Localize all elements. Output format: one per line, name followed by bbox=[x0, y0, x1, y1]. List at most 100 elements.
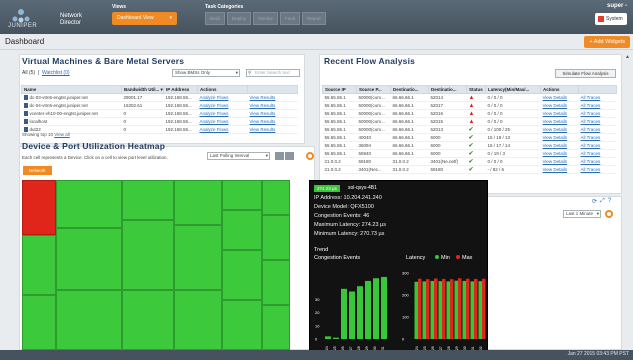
view-details-link[interactable]: View Details bbox=[540, 165, 579, 174]
view-select[interactable]: Dashboard View ▾ bbox=[112, 12, 177, 25]
view-details-link[interactable]: View Details bbox=[540, 109, 579, 118]
all-traces-link[interactable]: All Traces bbox=[578, 101, 617, 110]
tab-watchlist[interactable]: Watchlist (0) bbox=[42, 70, 70, 76]
table-row[interactable]: 55.55.55.1 55940 66.66.66.1 6000 ✔ 0 / 19 / 3… bbox=[322, 149, 617, 158]
all-traces-link[interactable]: All Traces bbox=[578, 165, 617, 174]
table-row[interactable]: 21.0.0.2 3401(Nec... 31.0.0.2 59180 ✔ - / 82 … bbox=[322, 165, 617, 174]
heatmap-cell[interactable] bbox=[174, 225, 222, 290]
scroll-up-icon[interactable]: ▲ bbox=[624, 54, 631, 61]
heatmap-cell[interactable] bbox=[222, 300, 262, 350]
grid-view-icon[interactable] bbox=[275, 152, 284, 160]
table-row[interactable]: 55.55.55.1 50000(com... 66.66.66.1 52015 ▲ 0 … bbox=[322, 117, 617, 126]
col-status[interactable]: Status bbox=[466, 85, 486, 94]
heatmap-cell[interactable] bbox=[22, 235, 56, 295]
task-report-button[interactable]: Report bbox=[302, 12, 326, 25]
table-row[interactable]: 55.55.55.1 50000(com... 66.66.66.1 52017 ▲ 0 … bbox=[322, 101, 617, 110]
all-traces-link[interactable]: All Traces bbox=[578, 157, 617, 166]
table-row[interactable]: 55.55.55.1 50000(com... 66.66.66.1 52013 ✔ 0 … bbox=[322, 125, 617, 134]
all-traces-link[interactable]: All Traces bbox=[578, 109, 617, 118]
heatmap-cell[interactable] bbox=[222, 180, 262, 210]
view-details-link[interactable]: View Details bbox=[540, 125, 579, 134]
view-details-link[interactable]: View Details bbox=[540, 133, 579, 142]
table-row[interactable]: localhost 0 192.168.55... Analyze Flows View… bbox=[21, 117, 298, 126]
view-details-link[interactable]: View Details bbox=[540, 141, 579, 150]
heatmap-cell[interactable] bbox=[262, 260, 290, 305]
table-row[interactable]: 55.55.55.1 36094 66.66.66.1 6000 ✔ 15 / 17 / … bbox=[322, 141, 617, 150]
heatmap-cell[interactable] bbox=[122, 220, 174, 290]
table-row[interactable]: vcenter-vh10-00-engtst.juniper.net 0 192.1… bbox=[21, 109, 298, 118]
heatmap-cell[interactable] bbox=[22, 295, 56, 350]
gear-icon[interactable] bbox=[605, 210, 613, 218]
task-build-button[interactable]: Build bbox=[205, 12, 226, 25]
col-destination-port[interactable]: Destinatio... bbox=[428, 85, 467, 94]
simulate-flow-button[interactable]: Simulate Flow Analysis bbox=[555, 69, 616, 78]
all-traces-link[interactable]: All Traces bbox=[578, 133, 617, 142]
system-button[interactable]: System bbox=[595, 13, 627, 25]
view-details-link[interactable]: View Details bbox=[540, 117, 579, 126]
gear-icon[interactable] bbox=[306, 152, 314, 160]
analyze-flows-link[interactable]: Analyze Flows bbox=[197, 125, 248, 134]
view-results-link[interactable]: View Results bbox=[247, 125, 298, 134]
all-traces-link[interactable]: All Traces bbox=[578, 149, 617, 158]
analyze-flows-link[interactable]: Analyze Flows bbox=[197, 117, 248, 126]
vm-view-all-link[interactable]: View all bbox=[54, 132, 69, 137]
analyze-flows-link[interactable]: Analyze Flows bbox=[197, 109, 248, 118]
refresh-icon[interactable]: ⟳ bbox=[592, 198, 597, 205]
col-name[interactable]: Name bbox=[21, 85, 122, 94]
view-results-link[interactable]: View Results bbox=[247, 109, 298, 118]
heatmap-cell[interactable] bbox=[262, 180, 290, 215]
all-traces-link[interactable]: All Traces bbox=[578, 93, 617, 102]
all-traces-link[interactable]: All Traces bbox=[578, 125, 617, 134]
analyze-flows-link[interactable]: Analyze Flows bbox=[197, 101, 248, 110]
view-details-link[interactable]: View Details bbox=[540, 93, 579, 102]
time-range-select[interactable]: Last 1 Minute ▾ bbox=[563, 210, 601, 218]
view-results-link[interactable]: View Results bbox=[247, 101, 298, 110]
table-row[interactable]: 55.55.55.1 50000(com... 66.66.66.1 52014 ▲ 0 … bbox=[322, 93, 617, 102]
col-ip[interactable]: IP Address bbox=[163, 85, 198, 94]
col-source-ip[interactable]: Source IP bbox=[322, 85, 357, 94]
help-icon[interactable]: ? bbox=[608, 198, 611, 205]
view-details-link[interactable]: View Details bbox=[540, 157, 579, 166]
table-row[interactable]: 55.55.55.1 40040 66.66.66.1 6000 ✔ 15 / 19 / … bbox=[322, 133, 617, 142]
expand-icon[interactable]: ⤢ bbox=[600, 198, 605, 205]
heatmap-cell[interactable] bbox=[222, 210, 262, 250]
heatmap-cell[interactable] bbox=[56, 228, 122, 290]
col-source-port[interactable]: Source P... bbox=[356, 85, 391, 94]
heatmap-cell[interactable] bbox=[122, 180, 174, 220]
col-destination-ip[interactable]: Destinatio... bbox=[390, 85, 429, 94]
table-row[interactable]: dc-03-vtm5-engtst.juniper.net 29001.17 192… bbox=[21, 93, 298, 102]
bms-filter-select[interactable]: Show BMSs Only ▾ bbox=[172, 69, 240, 77]
heatmap-cell[interactable] bbox=[56, 290, 122, 350]
polling-interval-select[interactable]: Last Polling Interval ▾ bbox=[207, 152, 270, 160]
table-row[interactable]: 21.0.0.2 59180 31.0.0.2 3401(Ne.netf) ✔ 0 / 0… bbox=[322, 157, 617, 166]
table-row[interactable]: dc-04-vtm5-engtst.juniper.net 16302.61 192… bbox=[21, 101, 298, 110]
heatmap-cell[interactable] bbox=[174, 290, 222, 350]
view-results-link[interactable]: View Results bbox=[247, 117, 298, 126]
table-row[interactable]: 55.55.55.1 50000(com... 66.66.66.1 52016 ▲ 0 … bbox=[322, 109, 617, 118]
user-menu[interactable]: super - bbox=[607, 3, 627, 9]
list-view-icon[interactable] bbox=[285, 152, 294, 160]
task-monitor-button[interactable]: Monitor bbox=[253, 12, 279, 25]
view-details-link[interactable]: View Details bbox=[540, 149, 579, 158]
analyze-flows-link[interactable]: Analyze Flows bbox=[197, 93, 248, 102]
heatmap-cell[interactable] bbox=[174, 180, 222, 225]
task-deploy-button[interactable]: Deploy bbox=[227, 12, 252, 25]
col-latency[interactable]: Latency(Min/Max/... bbox=[485, 85, 541, 94]
heatmap-cell[interactable] bbox=[262, 215, 290, 260]
task-categories-label: Task Categories bbox=[205, 4, 244, 10]
heatmap-cell[interactable] bbox=[22, 180, 56, 235]
view-details-link[interactable]: View Details bbox=[540, 101, 579, 110]
task-fault-button[interactable]: Fault bbox=[280, 12, 301, 25]
vm-search-input[interactable]: ⚲ Enter Search text bbox=[246, 69, 300, 77]
all-traces-link[interactable]: All Traces bbox=[578, 141, 617, 150]
col-bandwidth[interactable]: Bandwidth Util... ▾ bbox=[121, 85, 164, 94]
network-breadcrumb[interactable]: Network bbox=[23, 166, 52, 175]
heatmap-cell[interactable] bbox=[56, 180, 122, 228]
heatmap-cell[interactable] bbox=[222, 250, 262, 300]
tab-all[interactable]: All (5) bbox=[22, 70, 35, 76]
view-results-link[interactable]: View Results bbox=[247, 93, 298, 102]
all-traces-link[interactable]: All Traces bbox=[578, 117, 617, 126]
add-widgets-button[interactable]: + Add Widgets bbox=[584, 36, 630, 48]
heatmap-cell[interactable] bbox=[122, 290, 174, 350]
heatmap-cell[interactable] bbox=[262, 305, 290, 350]
